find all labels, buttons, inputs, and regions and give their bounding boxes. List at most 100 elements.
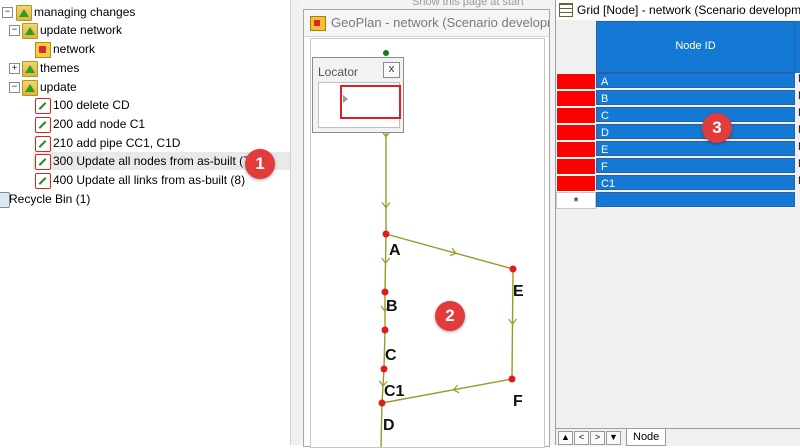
group-icon bbox=[16, 5, 32, 21]
collapse-icon[interactable]: − bbox=[9, 25, 20, 36]
collapse-icon[interactable]: − bbox=[2, 7, 13, 18]
row-header[interactable] bbox=[556, 73, 596, 90]
node-id-cell[interactable]: B bbox=[596, 90, 795, 105]
table-row[interactable]: C1 N bbox=[556, 175, 800, 192]
node-marker[interactable] bbox=[378, 399, 386, 407]
geoplan-window: GeoPlan - network (Scenario development)… bbox=[303, 9, 550, 448]
row-header[interactable] bbox=[556, 141, 596, 158]
tree-item-label: managing changes bbox=[34, 5, 136, 19]
node-id-cell[interactable]: E bbox=[596, 141, 795, 156]
node-id-cell[interactable]: D bbox=[596, 124, 795, 139]
tree-item-managing-changes[interactable]: − managing changes bbox=[0, 3, 290, 21]
column-header-next[interactable] bbox=[795, 21, 800, 73]
row-header[interactable] bbox=[556, 90, 596, 107]
new-row-cell[interactable] bbox=[596, 192, 795, 207]
cell-text: C bbox=[601, 110, 609, 122]
cell-text: A bbox=[601, 76, 609, 88]
node-id-cell[interactable]: A bbox=[596, 73, 795, 88]
cell-text: E bbox=[601, 144, 609, 156]
locator-viewport[interactable] bbox=[340, 85, 401, 119]
table-row[interactable]: B N bbox=[556, 90, 800, 107]
tree-item-change-100[interactable]: 100 delete CD bbox=[0, 96, 290, 114]
tree-item-label: update bbox=[40, 80, 77, 94]
locator-panel[interactable]: Locator x bbox=[312, 57, 404, 133]
collapse-icon[interactable]: − bbox=[9, 82, 20, 93]
background-text: Show this page at start bbox=[412, 0, 524, 8]
table-row[interactable]: E N bbox=[556, 141, 800, 158]
node-label: F bbox=[513, 393, 523, 410]
cell-text: F bbox=[601, 161, 608, 173]
group-icon bbox=[22, 23, 38, 39]
table-row[interactable]: A N bbox=[556, 73, 800, 90]
tree-panel: − managing changes − update network netw… bbox=[0, 0, 290, 445]
node-marker[interactable] bbox=[509, 265, 517, 273]
tree-item-label: 210 add pipe CC1, C1D bbox=[53, 136, 181, 150]
row-header[interactable] bbox=[556, 175, 596, 192]
first-sheet-button[interactable]: ▲ bbox=[558, 431, 573, 445]
change-set-icon bbox=[35, 98, 51, 114]
row-header[interactable] bbox=[556, 158, 596, 175]
change-set-icon bbox=[35, 173, 51, 189]
tree-item-label: 100 delete CD bbox=[53, 98, 130, 112]
tree-item-change-210[interactable]: 210 add pipe CC1, C1D bbox=[0, 134, 290, 152]
cell-text: B bbox=[601, 93, 609, 105]
tab-node[interactable]: Node bbox=[626, 429, 667, 446]
row-header[interactable] bbox=[556, 124, 596, 141]
column-header-node-id[interactable]: Node ID bbox=[596, 21, 795, 73]
grid-corner[interactable] bbox=[556, 21, 597, 73]
node-label: D bbox=[383, 417, 395, 434]
new-row-marker[interactable]: * bbox=[556, 192, 596, 209]
cell-text: D bbox=[601, 127, 609, 139]
new-row[interactable]: * bbox=[556, 192, 800, 209]
node-marker[interactable] bbox=[381, 288, 389, 296]
pipe-link[interactable] bbox=[385, 233, 514, 270]
callout-badge-3: 3 bbox=[702, 113, 732, 143]
node-marker[interactable] bbox=[382, 230, 390, 238]
tree-item-label: 200 add node C1 bbox=[53, 117, 146, 131]
change-set-icon bbox=[35, 154, 51, 170]
table-row[interactable]: C N bbox=[556, 107, 800, 124]
node-marker[interactable] bbox=[380, 365, 388, 373]
prev-sheet-button[interactable]: < bbox=[574, 431, 589, 445]
node-id-cell[interactable]: C bbox=[596, 107, 795, 122]
callout-badge-1: 1 bbox=[245, 149, 275, 179]
network-icon bbox=[35, 42, 51, 58]
geoplan-icon bbox=[310, 16, 326, 31]
node-label: C1 bbox=[384, 383, 405, 400]
column-header-label: Node ID bbox=[675, 40, 716, 52]
node-label: E bbox=[513, 283, 524, 300]
tree-item-themes[interactable]: + themes bbox=[0, 59, 290, 77]
expand-icon[interactable]: + bbox=[9, 63, 20, 74]
tree-item-label: update network bbox=[40, 23, 123, 37]
grid-titlebar[interactable]: Grid [Node] - network (Scenario developm… bbox=[556, 0, 800, 20]
tree-item-network[interactable]: network bbox=[0, 40, 290, 58]
last-sheet-button[interactable]: ▼ bbox=[606, 431, 621, 445]
table-row[interactable]: F N bbox=[556, 158, 800, 175]
callout-badge-2: 2 bbox=[435, 301, 465, 331]
node-marker[interactable] bbox=[383, 50, 389, 56]
node-id-cell[interactable]: F bbox=[596, 158, 795, 173]
node-marker[interactable] bbox=[508, 375, 516, 383]
geoplan-titlebar[interactable]: GeoPlan - network (Scenario development) bbox=[304, 10, 549, 37]
node-label: A bbox=[389, 242, 401, 259]
tree-item-update-network[interactable]: − update network bbox=[0, 21, 290, 39]
change-set-icon bbox=[35, 136, 51, 152]
tree-item-change-200[interactable]: 200 add node C1 bbox=[0, 115, 290, 133]
tree-item-label: themes bbox=[40, 61, 80, 75]
node-id-cell[interactable]: C1 bbox=[596, 175, 795, 190]
close-icon[interactable]: x bbox=[383, 62, 400, 78]
tree-item-recycle-bin[interactable]: Recycle Bin (1) bbox=[0, 190, 290, 208]
tree-item-update[interactable]: − update bbox=[0, 78, 290, 96]
cell-text: C1 bbox=[601, 178, 616, 190]
row-header[interactable] bbox=[556, 107, 596, 124]
geoplan-title: GeoPlan - network (Scenario development) bbox=[331, 15, 549, 30]
grid-window: Grid [Node] - network (Scenario developm… bbox=[555, 0, 800, 446]
tree-item-change-400[interactable]: 400 Update all links from as-built (8) bbox=[0, 171, 290, 189]
locator-preview[interactable] bbox=[318, 82, 401, 128]
table-row[interactable]: D N bbox=[556, 124, 800, 141]
pipe-link[interactable] bbox=[380, 402, 383, 447]
node-label: C bbox=[385, 347, 397, 364]
next-sheet-button[interactable]: > bbox=[590, 431, 605, 445]
tree-item-label: Recycle Bin (1) bbox=[9, 192, 91, 206]
node-marker[interactable] bbox=[381, 326, 389, 334]
